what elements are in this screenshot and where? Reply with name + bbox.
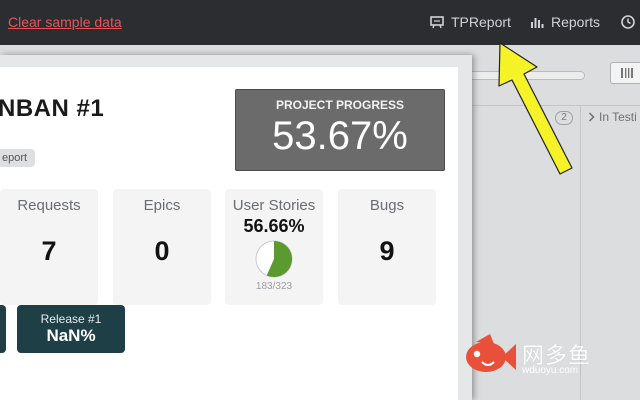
watermark-domain: wduoyu.com [522, 365, 579, 376]
watermark-fish-logo [466, 334, 516, 372]
